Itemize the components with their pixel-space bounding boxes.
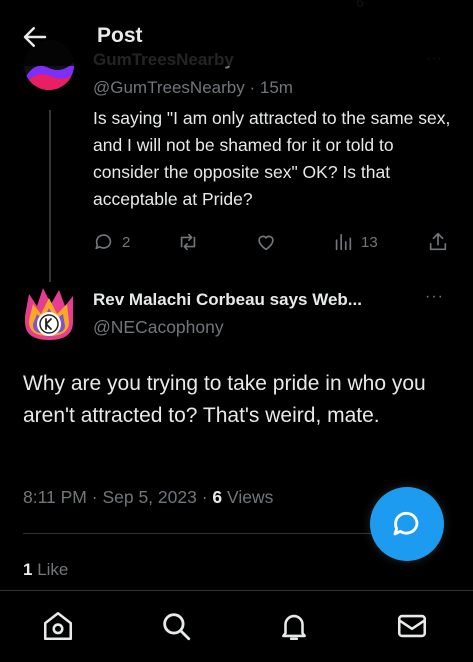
parent-time[interactable]: 15m bbox=[260, 78, 293, 97]
likes-summary[interactable]: 1 Like bbox=[23, 560, 68, 580]
heart-icon bbox=[258, 235, 274, 251]
arrow-left-icon bbox=[23, 27, 47, 47]
parent-handle[interactable]: @GumTreesNearby bbox=[93, 78, 245, 97]
bell-icon bbox=[282, 614, 306, 641]
parent-handle-line: @GumTreesNearby · 15m bbox=[93, 78, 293, 97]
retweet-icon bbox=[180, 233, 196, 251]
reply-author-handle[interactable]: @NECacophony bbox=[93, 317, 224, 338]
bottom-nav bbox=[0, 590, 473, 662]
reply-count: 2 bbox=[122, 233, 131, 251]
reply-author-name[interactable]: Rev Malachi Corbeau says Web... bbox=[93, 290, 362, 310]
thread-connector bbox=[49, 110, 51, 282]
nav-messages[interactable] bbox=[395, 609, 429, 643]
nav-notifications[interactable] bbox=[277, 609, 311, 643]
back-button[interactable] bbox=[20, 22, 50, 52]
analytics-bars-icon bbox=[335, 233, 352, 251]
reply-more-button[interactable]: ··· bbox=[425, 288, 444, 306]
compose-reply-button[interactable] bbox=[370, 487, 444, 561]
tweet-views-count: 6 bbox=[212, 487, 223, 507]
home-icon bbox=[43, 611, 73, 641]
reply-bubble-icon bbox=[95, 234, 112, 250]
tweet-views-label: Views bbox=[227, 487, 274, 507]
share-button[interactable] bbox=[427, 228, 449, 256]
reply-button[interactable]: 2 bbox=[93, 228, 130, 256]
parent-tweet-text: Is saying "I am only attracted to the sa… bbox=[93, 108, 451, 209]
nav-home[interactable] bbox=[41, 609, 75, 643]
views-count: 13 bbox=[361, 233, 378, 251]
envelope-icon bbox=[397, 614, 427, 638]
search-icon bbox=[163, 613, 191, 641]
likes-count: 1 bbox=[23, 560, 33, 579]
like-button[interactable] bbox=[255, 228, 284, 256]
top-header: Post bbox=[0, 0, 473, 66]
tweet-time[interactable]: 8:11 PM bbox=[23, 487, 87, 507]
views-button[interactable]: 13 bbox=[332, 228, 378, 256]
divider bbox=[23, 533, 423, 534]
page-title: Post bbox=[97, 24, 143, 47]
nav-search[interactable] bbox=[159, 609, 193, 643]
compose-reply-icon bbox=[393, 511, 419, 536]
reply-author-avatar[interactable] bbox=[23, 286, 75, 342]
likes-label: Like bbox=[37, 560, 69, 579]
parent-action-bar: 2 13 bbox=[93, 228, 453, 256]
reply-tweet-text: Why are you trying to take pride in who … bbox=[23, 372, 426, 427]
share-icon bbox=[429, 232, 447, 251]
retweet-button[interactable] bbox=[177, 228, 206, 256]
tweet-date[interactable]: Sep 5, 2023 bbox=[102, 487, 196, 507]
tweet-meta: 8:11 PM · Sep 5, 2023 · 6 Views bbox=[23, 487, 274, 507]
